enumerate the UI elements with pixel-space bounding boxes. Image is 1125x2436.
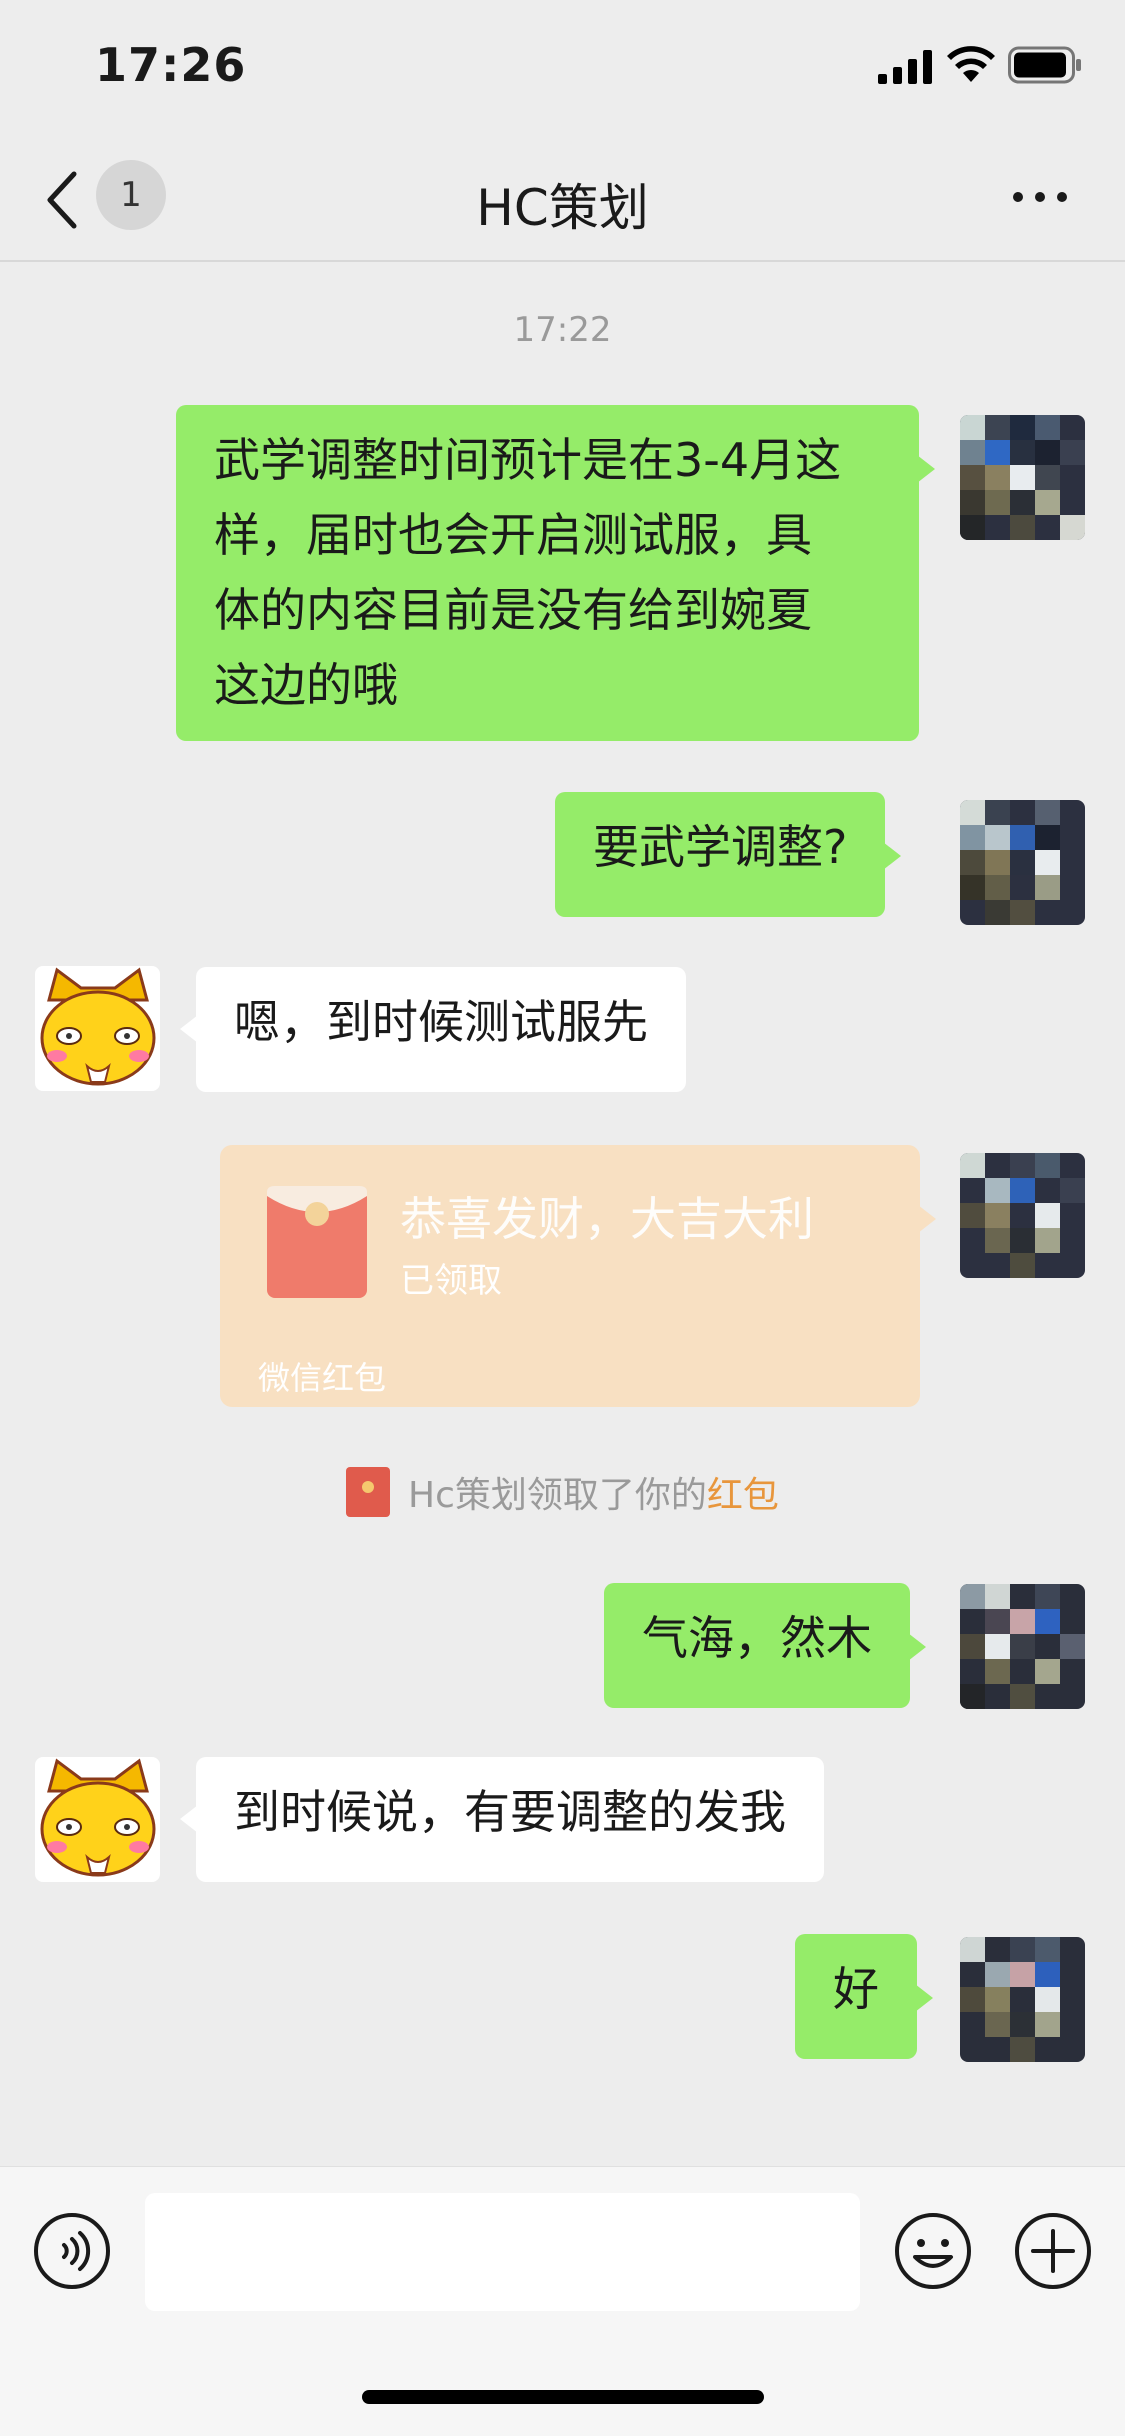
message-bubble-self[interactable]: 气海，然木 — [604, 1583, 926, 1708]
pixelated-avatar-icon — [960, 800, 1085, 925]
yellow-cat-avatar-icon — [35, 1757, 160, 1882]
nav-bar: 1 HC策划 — [0, 132, 1125, 262]
wifi-icon — [947, 46, 995, 82]
chat-title: HC策划 — [476, 179, 649, 237]
emoji-icon[interactable] — [893, 2211, 973, 2291]
message-line: 这边的哦 — [214, 658, 398, 712]
avatar[interactable] — [960, 1584, 1085, 1709]
avatar[interactable] — [960, 415, 1085, 540]
message-line: 体的内容目前是没有给到婉夏 — [214, 583, 812, 637]
avatar[interactable] — [960, 800, 1085, 925]
message-line: 样，届时也会开启测试服，具 — [214, 508, 812, 562]
message-input[interactable] — [145, 2193, 860, 2311]
message-bubble-other[interactable]: 嗯，到时候测试服先 — [180, 967, 686, 1092]
red-packet-icon — [267, 1186, 367, 1298]
message-bubble-self[interactable]: 武学调整时间预计是在3-4月这 样，届时也会开启测试服，具 体的内容目前是没有给… — [176, 405, 935, 741]
plus-icon[interactable] — [1013, 2211, 1093, 2291]
more-icon[interactable] — [1010, 182, 1070, 212]
message-line: 武学调整时间预计是在3-4月这 — [214, 433, 842, 487]
voice-icon[interactable] — [32, 2211, 112, 2291]
red-packet-title: 恭喜发财，大吉大利 — [400, 1192, 814, 1246]
message-bubble-other[interactable]: 到时候说，有要调整的发我 — [180, 1757, 824, 1882]
red-packet-footer: 微信红包 — [258, 1359, 387, 1397]
home-indicator[interactable] — [362, 2390, 764, 2404]
message-bubble-self[interactable]: 要武学调整? — [555, 792, 902, 917]
status-time: 17:26 — [95, 38, 247, 92]
message-bubble-self[interactable]: 好 — [795, 1934, 933, 2059]
chat-timestamp: 17:22 — [513, 310, 612, 350]
yellow-cat-avatar-icon — [35, 966, 160, 1091]
pixelated-avatar-icon — [960, 415, 1085, 540]
pixelated-avatar-icon — [960, 1937, 1085, 2062]
red-packet-status: 已领取 — [400, 1261, 502, 1301]
avatar[interactable] — [35, 966, 160, 1091]
notice-link[interactable]: 红包 — [707, 1466, 779, 1518]
status-bar: 17:26 — [0, 0, 1125, 132]
red-packet-message[interactable]: 恭喜发财，大吉大利 已领取 微信红包 — [220, 1145, 936, 1407]
avatar[interactable] — [35, 1757, 160, 1882]
avatar[interactable] — [960, 1153, 1085, 1278]
red-packet-icon — [346, 1467, 391, 1517]
avatar[interactable] — [960, 1937, 1085, 2062]
pixelated-avatar-icon — [960, 1153, 1085, 1278]
battery-icon — [1008, 46, 1081, 84]
system-notice: Hc策划领取了你的 红包 — [0, 1466, 1125, 1518]
signal-icon — [878, 50, 932, 84]
notice-text: Hc策划领取了你的 — [408, 1475, 707, 1516]
pixelated-avatar-icon — [960, 1584, 1085, 1709]
